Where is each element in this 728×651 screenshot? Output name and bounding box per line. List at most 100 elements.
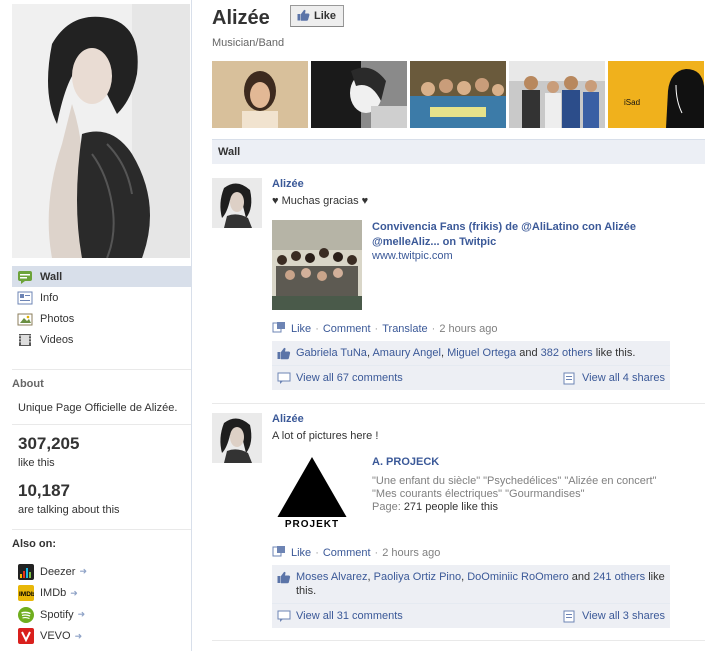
post-timestamp[interactable]: 2 hours ago bbox=[439, 323, 497, 335]
likes-suffix: like bbox=[648, 571, 665, 583]
post-divider bbox=[212, 403, 705, 404]
attachment-title[interactable]: Convivencia Fans (frikis) de @AliLatino … bbox=[372, 220, 636, 250]
status-icon bbox=[272, 545, 286, 560]
post-timestamp[interactable]: 2 hours ago bbox=[382, 547, 440, 559]
liker-name[interactable]: Moses Alvarez bbox=[296, 571, 368, 583]
strip-photo-1[interactable] bbox=[212, 61, 308, 128]
arrow-icon: ➜ bbox=[74, 630, 83, 641]
nav-item-label: Photos bbox=[40, 312, 75, 325]
divider bbox=[12, 424, 191, 425]
liker-name[interactable]: DoOminiic RoOmero bbox=[467, 571, 568, 583]
wall-icon bbox=[17, 270, 33, 284]
separator-dot: · bbox=[374, 546, 379, 559]
spotify-icon bbox=[18, 606, 34, 623]
view-all-comments-link[interactable]: View all 31 comments bbox=[296, 609, 403, 623]
also-on-heading: Also on: bbox=[12, 538, 56, 550]
likes-others-link[interactable]: 241 others bbox=[593, 571, 645, 583]
like-link[interactable]: Like bbox=[291, 547, 311, 559]
nav-item-info[interactable]: Info bbox=[12, 287, 191, 308]
also-on-vevo[interactable]: VEVO ➜ bbox=[18, 626, 87, 648]
share-icon bbox=[563, 610, 577, 623]
nav-item-photos[interactable]: Photos bbox=[12, 308, 191, 329]
view-all-comments-link[interactable]: View all 67 comments bbox=[296, 371, 403, 385]
nav-item-label: Wall bbox=[40, 270, 63, 283]
strip-photo-5[interactable]: iSad bbox=[608, 61, 704, 128]
liker-name[interactable]: Miguel Ortega bbox=[447, 347, 516, 359]
likes-summary: Moses Alvarez, Paoliya Ortiz Pino, DoOmi… bbox=[272, 565, 670, 603]
info-icon bbox=[17, 291, 33, 305]
liker-name[interactable]: Paoliya Ortiz Pino bbox=[374, 571, 461, 583]
wall-post: Alizée ♥ Muchas gracias ♥ Convivencia Fa… bbox=[212, 178, 705, 398]
separator-dot: · bbox=[431, 322, 436, 335]
isad-badge: iSad bbox=[624, 98, 640, 107]
nav-item-label: Info bbox=[40, 291, 59, 304]
attachment-desc-line: "Une enfant du siècle" "Psychedélices" "… bbox=[372, 475, 657, 487]
comment-icon bbox=[277, 372, 291, 385]
feedback-box: Gabriela TuNa, Amaury Angel, Miguel Orte… bbox=[272, 341, 670, 390]
strip-photo-4[interactable] bbox=[509, 61, 605, 128]
page-likes-count: 271 people like this bbox=[403, 501, 498, 513]
post-author-name[interactable]: Alizée bbox=[272, 413, 304, 425]
attachment-source-link[interactable]: www.twitpic.com bbox=[372, 250, 453, 262]
separator-dot: · bbox=[374, 322, 379, 335]
thumbs-up-icon bbox=[277, 347, 291, 360]
about-heading: About bbox=[12, 378, 44, 390]
post-author-name[interactable]: Alizée bbox=[272, 178, 304, 190]
strip-photo-2[interactable] bbox=[311, 61, 407, 128]
comment-link[interactable]: Comment bbox=[323, 323, 371, 335]
also-on-label: Spotify bbox=[40, 608, 74, 621]
comment-link[interactable]: Comment bbox=[323, 547, 371, 559]
also-on-spotify[interactable]: Spotify ➜ bbox=[18, 604, 87, 626]
also-on-deezer[interactable]: Deezer ➜ bbox=[18, 561, 87, 583]
strip-photo-3[interactable] bbox=[410, 61, 506, 128]
likes-count: 307,205 bbox=[18, 434, 80, 453]
likes-suffix: like this. bbox=[595, 347, 636, 359]
like-link[interactable]: Like bbox=[291, 323, 311, 335]
liker-name[interactable]: Gabriela TuNa bbox=[296, 347, 367, 359]
translate-link[interactable]: Translate bbox=[382, 323, 427, 335]
also-on-imdb[interactable]: IMDb IMDb ➜ bbox=[18, 583, 87, 605]
likes-and: and bbox=[519, 347, 538, 359]
talking-label: are talking about this bbox=[18, 504, 120, 516]
nav-item-videos[interactable]: Videos bbox=[12, 329, 191, 350]
comment-icon bbox=[277, 610, 291, 623]
profile-photo-image bbox=[12, 4, 190, 258]
attachment-thumbnail[interactable]: PROJEKT bbox=[272, 455, 352, 535]
deezer-icon bbox=[18, 563, 34, 580]
post-author-avatar[interactable] bbox=[212, 413, 262, 463]
share-icon bbox=[563, 372, 577, 385]
vevo-icon bbox=[18, 628, 34, 645]
like-page-button[interactable]: Like bbox=[290, 5, 345, 27]
imdb-icon: IMDb bbox=[18, 585, 35, 602]
post-actions: Like · Comment · Translate · 2 hours ago bbox=[272, 321, 497, 336]
view-all-shares-link[interactable]: View all 3 shares bbox=[582, 609, 665, 623]
videos-icon bbox=[17, 333, 33, 347]
view-all-shares-link[interactable]: View all 4 shares bbox=[582, 371, 665, 385]
post-actions: Like · Comment · 2 hours ago bbox=[272, 545, 440, 560]
page-title: Alizée bbox=[212, 7, 270, 29]
svg-text:IMDb: IMDb bbox=[19, 591, 34, 598]
comments-shares-row: View all 31 comments View all 3 shares bbox=[272, 603, 670, 628]
attachment-title-line: @melleAliz... on Twitpic bbox=[372, 236, 497, 248]
also-on-label: VEVO bbox=[40, 630, 71, 643]
also-on-label: Deezer bbox=[40, 565, 76, 578]
attachment-description: "Une enfant du siècle" "Psychedélices" "… bbox=[372, 475, 657, 514]
attachment-thumbnail[interactable] bbox=[272, 220, 362, 310]
page-category[interactable]: Musician/Band bbox=[212, 37, 284, 49]
likes-and: and bbox=[571, 571, 591, 583]
nav-item-wall[interactable]: Wall bbox=[12, 266, 191, 287]
separator-dot: · bbox=[315, 322, 319, 335]
attachment-title[interactable]: A. PROJECK bbox=[372, 455, 439, 470]
nav-item-label: Videos bbox=[40, 333, 74, 346]
liker-name[interactable]: Amaury Angel bbox=[372, 347, 440, 359]
profile-picture[interactable] bbox=[12, 4, 190, 258]
likes-others-link[interactable]: 382 others bbox=[541, 347, 593, 359]
likes-label: like this bbox=[18, 457, 55, 469]
also-on-list: Deezer ➜ IMDb IMDb ➜ Spotify ➜ VEVO ➜ bbox=[18, 561, 87, 647]
attachment-title-line: Convivencia Fans (frikis) de @AliLatino … bbox=[372, 221, 636, 233]
arrow-icon: ➜ bbox=[70, 587, 78, 598]
likes-suffix: this. bbox=[296, 585, 317, 597]
wall-tab-header: Wall bbox=[212, 139, 705, 164]
post-author-avatar[interactable] bbox=[212, 178, 262, 228]
also-on-label: IMDb bbox=[40, 587, 67, 600]
